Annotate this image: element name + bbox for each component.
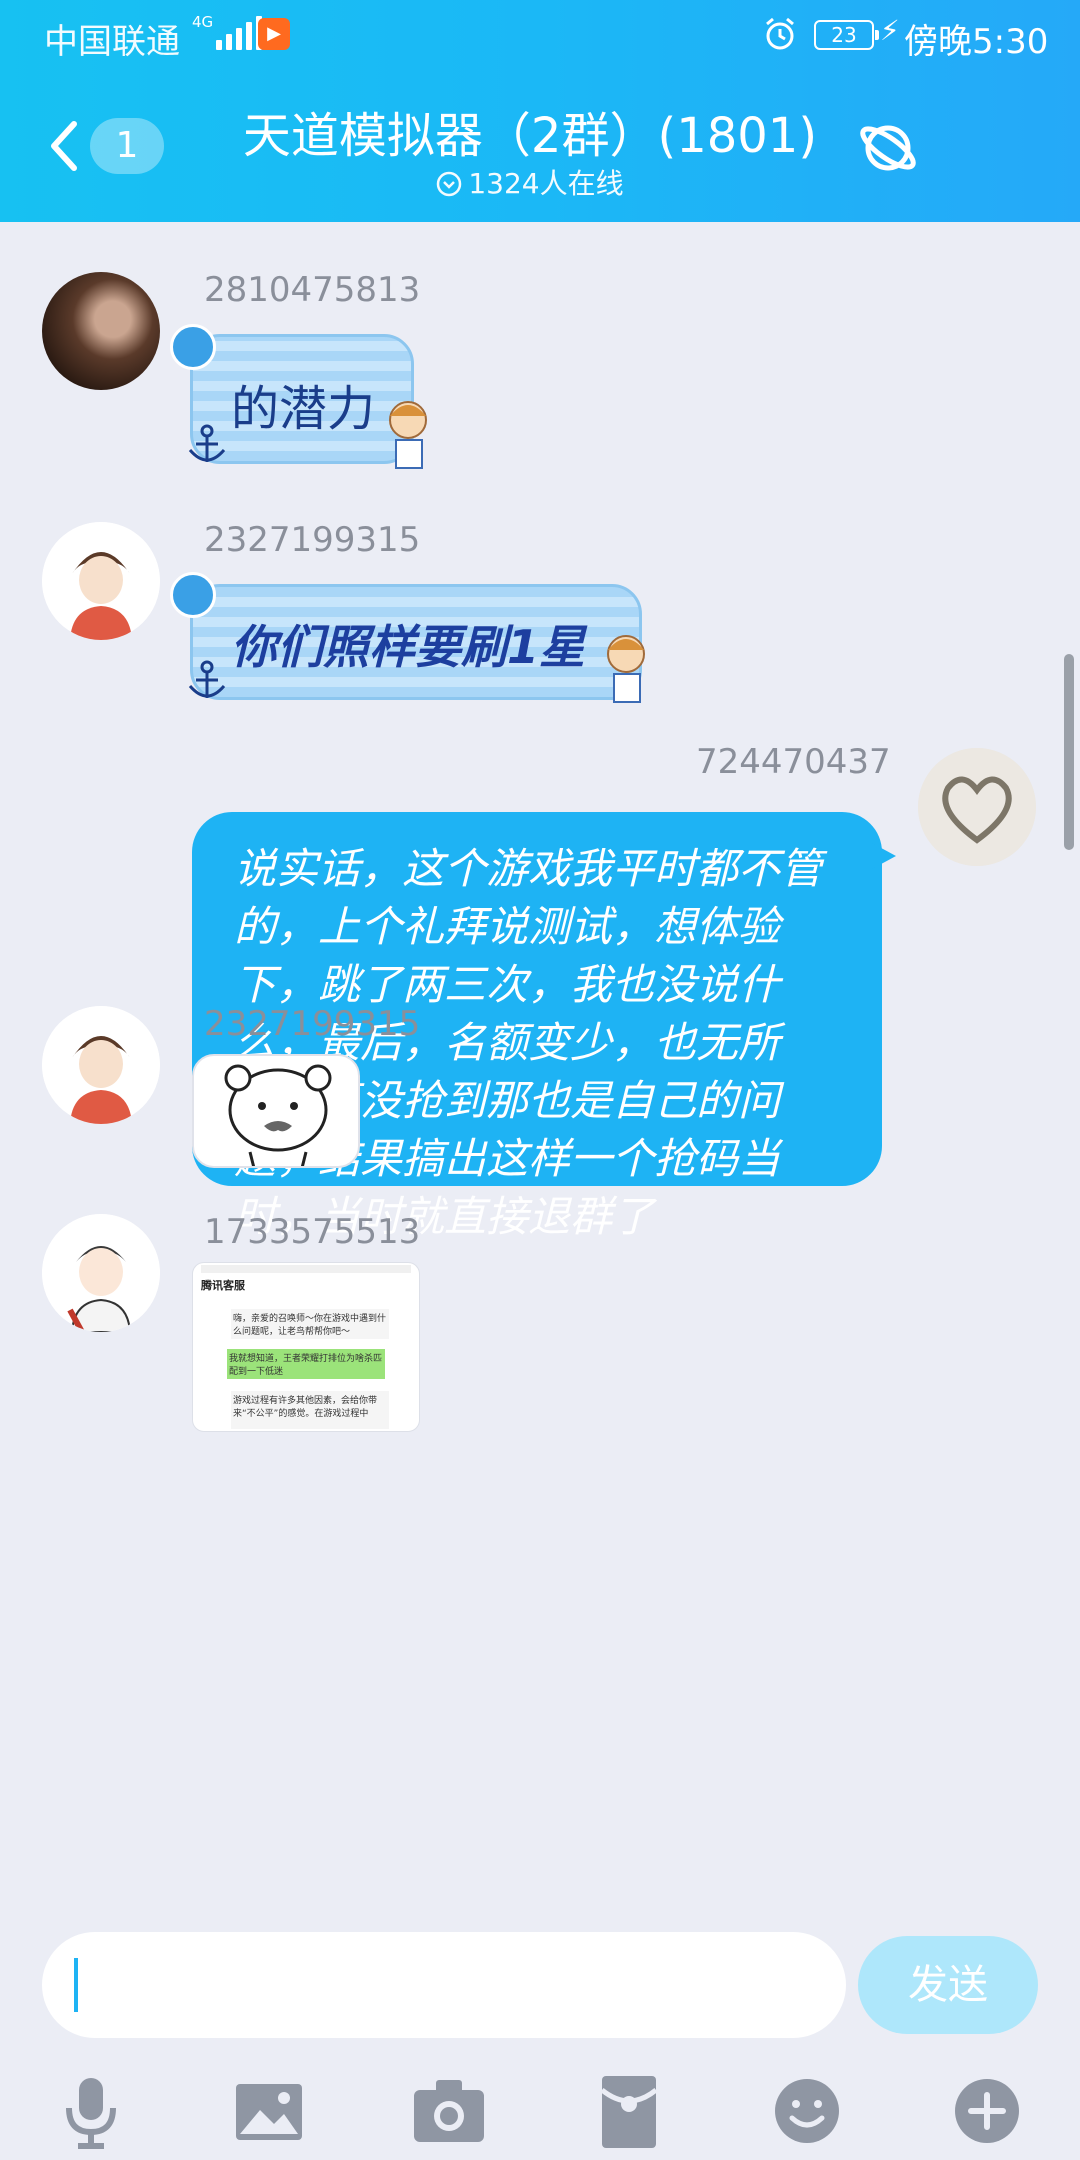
plus-button[interactable] [944, 2068, 1030, 2154]
send-button[interactable]: 发送 [858, 1936, 1038, 2034]
avatar[interactable] [42, 272, 160, 390]
network-type: 4G [192, 13, 214, 31]
image-icon [236, 2084, 302, 2140]
chevron-circle-icon [437, 171, 462, 197]
notification-app-icon: ▶ [258, 18, 290, 50]
image-button[interactable] [226, 2068, 312, 2154]
status-time: 傍晚5:30 [904, 22, 1049, 62]
avatar-illustration [42, 1006, 160, 1124]
screenshot-statusbar [201, 1265, 411, 1273]
avatar-illustration [42, 522, 160, 640]
alarm-icon [766, 17, 794, 50]
message-text: 你们照样要刷1星 [231, 620, 586, 674]
signal-icon [216, 16, 262, 50]
emoji-button[interactable] [764, 2068, 850, 2154]
sender-id[interactable]: 2327199315 [204, 1004, 420, 1044]
message-list[interactable]: 2810475813 的潜力 2327199315 你们照样要刷1星 72447… [0, 222, 1080, 1922]
avatar-heart-image [918, 748, 1036, 866]
message-input[interactable] [42, 1932, 846, 2038]
red-packet-icon [600, 2076, 658, 2148]
message-text: 的潜力 [231, 381, 376, 437]
avatar[interactable] [42, 522, 160, 640]
sender-id[interactable]: 724470437 [696, 742, 891, 782]
input-toolbar [0, 2068, 1080, 2160]
camera-icon [414, 2080, 484, 2142]
planet-icon[interactable] [856, 116, 920, 180]
text-caret [74, 1958, 78, 2012]
battery-icon: 23 [814, 20, 879, 50]
sticker-image[interactable] [192, 1054, 360, 1168]
sender-id[interactable]: 2810475813 [204, 270, 420, 310]
emblem-icon [170, 572, 216, 618]
message-bubble[interactable]: 你们照样要刷1星 [190, 584, 642, 700]
emoji-icon [775, 2079, 839, 2143]
charging-icon: ⚡ [880, 14, 900, 47]
sailor-sticker-icon [389, 401, 427, 469]
anchor-icon [188, 424, 226, 462]
sender-id[interactable]: 2327199315 [204, 520, 420, 560]
avatar[interactable] [42, 1214, 160, 1332]
avatar-illustration [42, 1214, 160, 1332]
screenshot-title: 腾讯客服 [201, 1279, 245, 1292]
avatar[interactable] [42, 1006, 160, 1124]
screenshot-image[interactable]: 腾讯客服 嗨，亲爱的召唤师～你在游戏中遇到什么问题呢，让老鸟帮帮你吧～ 我就想知… [192, 1262, 420, 1432]
carrier-name: 中国联通 [44, 22, 180, 62]
avatar[interactable] [918, 748, 1036, 866]
screenshot-line: 游戏过程有许多其他因素，会给你带来“不公平”的感觉。在游戏过程中 [231, 1391, 389, 1429]
chat-title[interactable]: 天道模拟器（2群）(1801) [200, 96, 860, 166]
scrollbar[interactable] [1064, 654, 1074, 850]
screenshot-line: 我就想知道，王者荣耀打排位为啥杀匹配到一下低迷 [227, 1349, 385, 1379]
emblem-icon [170, 324, 216, 370]
screenshot-line: 嗨，亲爱的召唤师～你在游戏中遇到什么问题呢，让老鸟帮帮你吧～ [231, 1309, 389, 1339]
sender-id[interactable]: 1733575513 [204, 1212, 420, 1252]
plus-icon [955, 2079, 1019, 2143]
status-bar: 中国联通 4G ▶ 23 ⚡ 傍晚5:30 [0, 0, 1080, 74]
online-count: 1324人在线 [468, 167, 624, 200]
camera-button[interactable] [406, 2068, 492, 2154]
back-icon[interactable] [46, 118, 82, 174]
unread-count-badge[interactable]: 1 [90, 118, 164, 174]
chat-header: 中国联通 4G ▶ 23 ⚡ 傍晚5:30 1 天道模拟器（2群）(1801) … [0, 0, 1080, 222]
input-area: 发送 [0, 1922, 1080, 2160]
mic-button[interactable] [48, 2068, 134, 2154]
online-status[interactable]: 1324人在线 [200, 162, 860, 202]
red-packet-button[interactable] [586, 2068, 672, 2154]
bear-sticker-icon [224, 1064, 332, 1166]
anchor-icon [188, 660, 226, 698]
sailor-sticker-icon [607, 635, 645, 703]
mic-icon [66, 2078, 116, 2149]
